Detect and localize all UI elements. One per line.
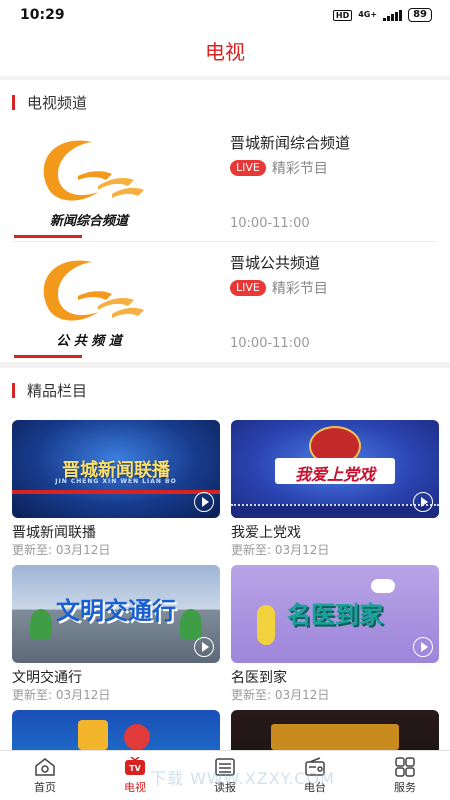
tv-icon-text: TV xyxy=(129,764,141,773)
live-row: LIVE 精彩节目 xyxy=(230,158,328,178)
nav-label: 服务 xyxy=(394,780,416,794)
swirl-logo-icon xyxy=(43,140,144,201)
program-card-doctor[interactable]: 名医到家 名医到家 更新至: 03月12日 xyxy=(231,565,439,703)
channel-name: 晋城公共频道 xyxy=(230,254,321,272)
program-card-traffic[interactable]: 文明交通行 文明交通行 更新至: 03月12日 xyxy=(12,565,220,703)
program-updated: 更新至: 03月12日 xyxy=(231,543,330,557)
channel-item-public[interactable]: 公 共 频 道 晋城公共频道 LIVE 精彩节目 10:00-11:00 xyxy=(0,242,450,362)
channel-time: 10:00-11:00 xyxy=(230,216,310,231)
channel-list: 新闻综合频道 晋城新闻综合频道 LIVE 精彩节目 10:00-11:00 公 … xyxy=(0,122,450,362)
program-updated: 更新至: 03月12日 xyxy=(12,543,111,557)
program-thumbnail: 我爱上党戏 xyxy=(231,420,439,518)
channel-logo-text: 公 共 频 道 xyxy=(56,334,122,349)
program-card-partial[interactable] xyxy=(12,710,220,750)
nav-label: 读报 xyxy=(214,780,236,794)
nav-item-services[interactable]: 服务 xyxy=(360,751,450,800)
live-program-text: 精彩节目 xyxy=(271,161,328,177)
program-thumbnail: 文明交通行 xyxy=(12,565,220,663)
title-bar: 电视 xyxy=(0,30,450,76)
hd-icon: HD xyxy=(332,9,353,21)
home-icon xyxy=(35,757,55,776)
program-updated: 更新至: 03月12日 xyxy=(231,688,330,702)
program-thumbnail xyxy=(231,710,439,750)
live-badge: LIVE xyxy=(230,160,266,176)
program-title: 文明交通行 xyxy=(12,670,82,686)
program-title: 我爱上党戏 xyxy=(231,525,301,541)
channel-logo-text: 新闻综合频道 xyxy=(49,214,128,229)
thumbnail-title: 我爱上党戏 xyxy=(294,465,375,484)
program-grid: 晋城新闻联播 JIN CHENG XIN WEN LIAN BO 晋城新闻联播 … xyxy=(0,410,450,750)
play-icon[interactable] xyxy=(194,492,214,512)
bottom-nav: 首页 TV 电视 读报 电台 服务 xyxy=(0,750,450,800)
nav-label: 首页 xyxy=(34,780,56,794)
nav-item-tv[interactable]: TV 电视 xyxy=(90,751,180,800)
tv-icon: TV xyxy=(125,756,145,775)
services-icon xyxy=(395,756,415,777)
thumbnail-title: 文明交通行 xyxy=(56,597,176,625)
signal-icon xyxy=(383,9,403,21)
program-card-news[interactable]: 晋城新闻联播 JIN CHENG XIN WEN LIAN BO 晋城新闻联播 … xyxy=(12,420,220,558)
section-marker xyxy=(12,382,15,398)
program-updated: 更新至: 03月12日 xyxy=(12,688,111,702)
logo-underline xyxy=(14,235,82,238)
section-title-channels: 电视频道 xyxy=(27,93,88,112)
newspaper-icon xyxy=(215,757,235,776)
nav-label: 电台 xyxy=(304,780,326,794)
program-card-opera[interactable]: 我爱上党戏 我爱上党戏 更新至: 03月12日 xyxy=(231,420,439,558)
pill-icon xyxy=(371,579,395,593)
live-row: LIVE 精彩节目 xyxy=(230,278,328,298)
program-title: 晋城新闻联播 xyxy=(12,525,96,541)
program-title: 名医到家 xyxy=(231,670,287,686)
nav-item-newspaper[interactable]: 读报 xyxy=(180,751,270,800)
section-header-channels: 电视频道 xyxy=(0,80,450,124)
thumbnail-title: 名医到家 xyxy=(287,601,383,629)
channel-item-news[interactable]: 新闻综合频道 晋城新闻综合频道 LIVE 精彩节目 10:00-11:00 xyxy=(0,122,450,242)
program-thumbnail xyxy=(12,710,220,750)
battery-icon: 89 xyxy=(408,8,432,22)
section-title-programs: 精品栏目 xyxy=(27,381,88,400)
thumbnail-subtitle: JIN CHENG XIN WEN LIAN BO xyxy=(55,478,177,485)
channel-logo-public: 公 共 频 道 xyxy=(14,250,164,358)
nav-label: 电视 xyxy=(124,780,146,794)
nav-item-home[interactable]: 首页 xyxy=(0,751,90,800)
play-icon[interactable] xyxy=(413,492,433,512)
program-thumbnail: 晋城新闻联播 JIN CHENG XIN WEN LIAN BO xyxy=(12,420,220,518)
radio-icon xyxy=(305,756,325,776)
page-title: 电视 xyxy=(205,40,245,64)
program-card-partial[interactable] xyxy=(231,710,439,750)
program-thumbnail: 名医到家 xyxy=(231,565,439,663)
status-icons: HD 4G+ 89 xyxy=(332,8,432,22)
nav-item-radio[interactable]: 电台 xyxy=(270,751,360,800)
channel-name: 晋城新闻综合频道 xyxy=(230,134,351,152)
play-icon[interactable] xyxy=(413,637,433,657)
swirl-logo-icon xyxy=(43,260,144,321)
section-marker xyxy=(12,94,15,110)
channel-logo-news: 新闻综合频道 xyxy=(14,130,164,238)
play-icon[interactable] xyxy=(194,637,214,657)
status-time: 10:29 xyxy=(20,7,65,23)
live-badge: LIVE xyxy=(230,280,266,296)
logo-underline xyxy=(14,355,82,358)
section-header-programs: 精品栏目 xyxy=(0,368,450,412)
channel-time: 10:00-11:00 xyxy=(230,336,310,351)
live-program-text: 精彩节目 xyxy=(271,281,328,297)
status-bar: 10:29 HD 4G+ 89 xyxy=(0,0,450,30)
network-type: 4G+ xyxy=(358,10,378,19)
